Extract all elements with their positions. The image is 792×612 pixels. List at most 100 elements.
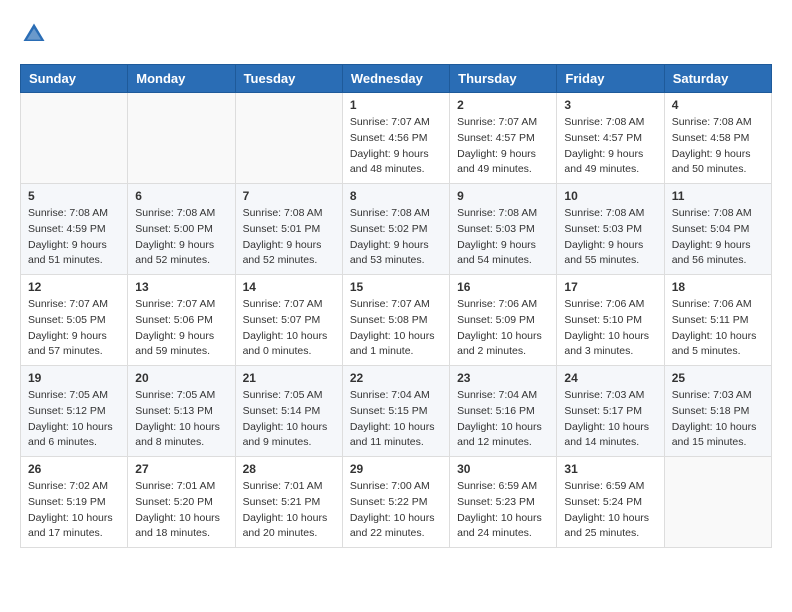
- day-info: Sunrise: 7:07 AM Sunset: 5:06 PM Dayligh…: [135, 297, 227, 360]
- day-info: Sunrise: 7:07 AM Sunset: 4:57 PM Dayligh…: [457, 115, 549, 178]
- day-info: Sunrise: 7:07 AM Sunset: 4:56 PM Dayligh…: [350, 115, 442, 178]
- calendar-cell: [235, 93, 342, 184]
- day-number: 4: [672, 98, 764, 112]
- day-number: 3: [564, 98, 656, 112]
- column-header-saturday: Saturday: [664, 65, 771, 93]
- day-number: 14: [243, 280, 335, 294]
- calendar-week-row: 5 Sunrise: 7:08 AM Sunset: 4:59 PM Daylig…: [21, 184, 772, 275]
- day-number: 19: [28, 371, 120, 385]
- calendar-cell: 19 Sunrise: 7:05 AM Sunset: 5:12 PM Dayli…: [21, 366, 128, 457]
- calendar-cell: 2Sunrise: 7:07 AM Sunset: 4:57 PM Daylig…: [450, 93, 557, 184]
- calendar-cell: 24 Sunrise: 7:03 AM Sunset: 5:17 PM Dayli…: [557, 366, 664, 457]
- column-header-friday: Friday: [557, 65, 664, 93]
- day-info: Sunrise: 7:08 AM Sunset: 4:59 PM Dayligh…: [28, 206, 120, 269]
- day-number: 16: [457, 280, 549, 294]
- day-number: 5: [28, 189, 120, 203]
- calendar-cell: 23 Sunrise: 7:04 AM Sunset: 5:16 PM Dayli…: [450, 366, 557, 457]
- day-info: Sunrise: 7:07 AM Sunset: 5:08 PM Dayligh…: [350, 297, 442, 360]
- day-number: 10: [564, 189, 656, 203]
- calendar-cell: 11Sunrise: 7:08 AM Sunset: 5:04 PM Dayli…: [664, 184, 771, 275]
- calendar-cell: [664, 457, 771, 548]
- day-number: 17: [564, 280, 656, 294]
- day-number: 8: [350, 189, 442, 203]
- day-info: Sunrise: 6:59 AM Sunset: 5:24 PM Dayligh…: [564, 479, 656, 542]
- calendar-cell: [21, 93, 128, 184]
- calendar-cell: 15 Sunrise: 7:07 AM Sunset: 5:08 PM Dayli…: [342, 275, 449, 366]
- day-number: 21: [243, 371, 335, 385]
- calendar-cell: 18Sunrise: 7:06 AM Sunset: 5:11 PM Dayli…: [664, 275, 771, 366]
- day-number: 15: [350, 280, 442, 294]
- logo-icon: [20, 20, 48, 48]
- calendar-cell: 26 Sunrise: 7:02 AM Sunset: 5:19 PM Dayli…: [21, 457, 128, 548]
- day-info: Sunrise: 7:05 AM Sunset: 5:14 PM Dayligh…: [243, 388, 335, 451]
- calendar-cell: 31 Sunrise: 6:59 AM Sunset: 5:24 PM Dayli…: [557, 457, 664, 548]
- calendar-header-row: SundayMondayTuesdayWednesdayThursdayFrid…: [21, 65, 772, 93]
- calendar-cell: 27 Sunrise: 7:01 AM Sunset: 5:20 PM Dayli…: [128, 457, 235, 548]
- calendar-cell: 1 Sunrise: 7:07 AM Sunset: 4:56 PM Daylig…: [342, 93, 449, 184]
- calendar-cell: 17 Sunrise: 7:06 AM Sunset: 5:10 PM Dayli…: [557, 275, 664, 366]
- day-number: 12: [28, 280, 120, 294]
- calendar-cell: 3Sunrise: 7:08 AM Sunset: 4:57 PM Daylig…: [557, 93, 664, 184]
- day-number: 31: [564, 462, 656, 476]
- day-number: 24: [564, 371, 656, 385]
- day-info: Sunrise: 7:08 AM Sunset: 5:04 PM Dayligh…: [672, 206, 764, 269]
- day-info: Sunrise: 7:02 AM Sunset: 5:19 PM Dayligh…: [28, 479, 120, 542]
- day-number: 26: [28, 462, 120, 476]
- day-number: 1: [350, 98, 442, 112]
- day-info: Sunrise: 7:03 AM Sunset: 5:17 PM Dayligh…: [564, 388, 656, 451]
- day-info: Sunrise: 7:07 AM Sunset: 5:05 PM Dayligh…: [28, 297, 120, 360]
- day-info: Sunrise: 7:01 AM Sunset: 5:21 PM Dayligh…: [243, 479, 335, 542]
- day-info: Sunrise: 7:08 AM Sunset: 5:03 PM Dayligh…: [564, 206, 656, 269]
- day-number: 23: [457, 371, 549, 385]
- day-info: Sunrise: 7:08 AM Sunset: 5:01 PM Dayligh…: [243, 206, 335, 269]
- calendar-cell: 25Sunrise: 7:03 AM Sunset: 5:18 PM Dayli…: [664, 366, 771, 457]
- calendar-table: SundayMondayTuesdayWednesdayThursdayFrid…: [20, 64, 772, 548]
- day-info: Sunrise: 7:03 AM Sunset: 5:18 PM Dayligh…: [672, 388, 764, 451]
- day-number: 27: [135, 462, 227, 476]
- day-number: 29: [350, 462, 442, 476]
- calendar-cell: 9 Sunrise: 7:08 AM Sunset: 5:03 PM Daylig…: [450, 184, 557, 275]
- day-number: 30: [457, 462, 549, 476]
- day-info: Sunrise: 7:07 AM Sunset: 5:07 PM Dayligh…: [243, 297, 335, 360]
- day-info: Sunrise: 7:00 AM Sunset: 5:22 PM Dayligh…: [350, 479, 442, 542]
- calendar-cell: 8 Sunrise: 7:08 AM Sunset: 5:02 PM Daylig…: [342, 184, 449, 275]
- day-info: Sunrise: 7:01 AM Sunset: 5:20 PM Dayligh…: [135, 479, 227, 542]
- day-info: Sunrise: 7:08 AM Sunset: 5:02 PM Dayligh…: [350, 206, 442, 269]
- day-info: Sunrise: 7:05 AM Sunset: 5:12 PM Dayligh…: [28, 388, 120, 451]
- day-info: Sunrise: 7:08 AM Sunset: 5:00 PM Dayligh…: [135, 206, 227, 269]
- day-info: Sunrise: 7:08 AM Sunset: 4:58 PM Dayligh…: [672, 115, 764, 178]
- column-header-wednesday: Wednesday: [342, 65, 449, 93]
- day-number: 18: [672, 280, 764, 294]
- calendar-cell: 28 Sunrise: 7:01 AM Sunset: 5:21 PM Dayli…: [235, 457, 342, 548]
- day-info: Sunrise: 7:06 AM Sunset: 5:10 PM Dayligh…: [564, 297, 656, 360]
- day-number: 13: [135, 280, 227, 294]
- calendar-cell: 5 Sunrise: 7:08 AM Sunset: 4:59 PM Daylig…: [21, 184, 128, 275]
- calendar-cell: [128, 93, 235, 184]
- column-header-thursday: Thursday: [450, 65, 557, 93]
- logo: [20, 20, 52, 48]
- day-number: 9: [457, 189, 549, 203]
- calendar-cell: 6 Sunrise: 7:08 AM Sunset: 5:00 PM Daylig…: [128, 184, 235, 275]
- calendar-cell: 22 Sunrise: 7:04 AM Sunset: 5:15 PM Dayli…: [342, 366, 449, 457]
- calendar-cell: 13 Sunrise: 7:07 AM Sunset: 5:06 PM Dayli…: [128, 275, 235, 366]
- calendar-week-row: 12 Sunrise: 7:07 AM Sunset: 5:05 PM Dayli…: [21, 275, 772, 366]
- day-number: 6: [135, 189, 227, 203]
- column-header-monday: Monday: [128, 65, 235, 93]
- calendar-cell: 30Sunrise: 6:59 AM Sunset: 5:23 PM Dayli…: [450, 457, 557, 548]
- day-number: 20: [135, 371, 227, 385]
- day-number: 22: [350, 371, 442, 385]
- calendar-week-row: 26 Sunrise: 7:02 AM Sunset: 5:19 PM Dayli…: [21, 457, 772, 548]
- day-info: Sunrise: 7:05 AM Sunset: 5:13 PM Dayligh…: [135, 388, 227, 451]
- calendar-cell: 29 Sunrise: 7:00 AM Sunset: 5:22 PM Dayli…: [342, 457, 449, 548]
- day-info: Sunrise: 7:04 AM Sunset: 5:16 PM Dayligh…: [457, 388, 549, 451]
- calendar-cell: 7 Sunrise: 7:08 AM Sunset: 5:01 PM Daylig…: [235, 184, 342, 275]
- calendar-cell: 16Sunrise: 7:06 AM Sunset: 5:09 PM Dayli…: [450, 275, 557, 366]
- calendar-cell: 12 Sunrise: 7:07 AM Sunset: 5:05 PM Dayli…: [21, 275, 128, 366]
- calendar-cell: 14 Sunrise: 7:07 AM Sunset: 5:07 PM Dayli…: [235, 275, 342, 366]
- column-header-sunday: Sunday: [21, 65, 128, 93]
- calendar-cell: 21 Sunrise: 7:05 AM Sunset: 5:14 PM Dayli…: [235, 366, 342, 457]
- day-info: Sunrise: 7:08 AM Sunset: 5:03 PM Dayligh…: [457, 206, 549, 269]
- day-number: 28: [243, 462, 335, 476]
- day-info: Sunrise: 7:04 AM Sunset: 5:15 PM Dayligh…: [350, 388, 442, 451]
- day-number: 7: [243, 189, 335, 203]
